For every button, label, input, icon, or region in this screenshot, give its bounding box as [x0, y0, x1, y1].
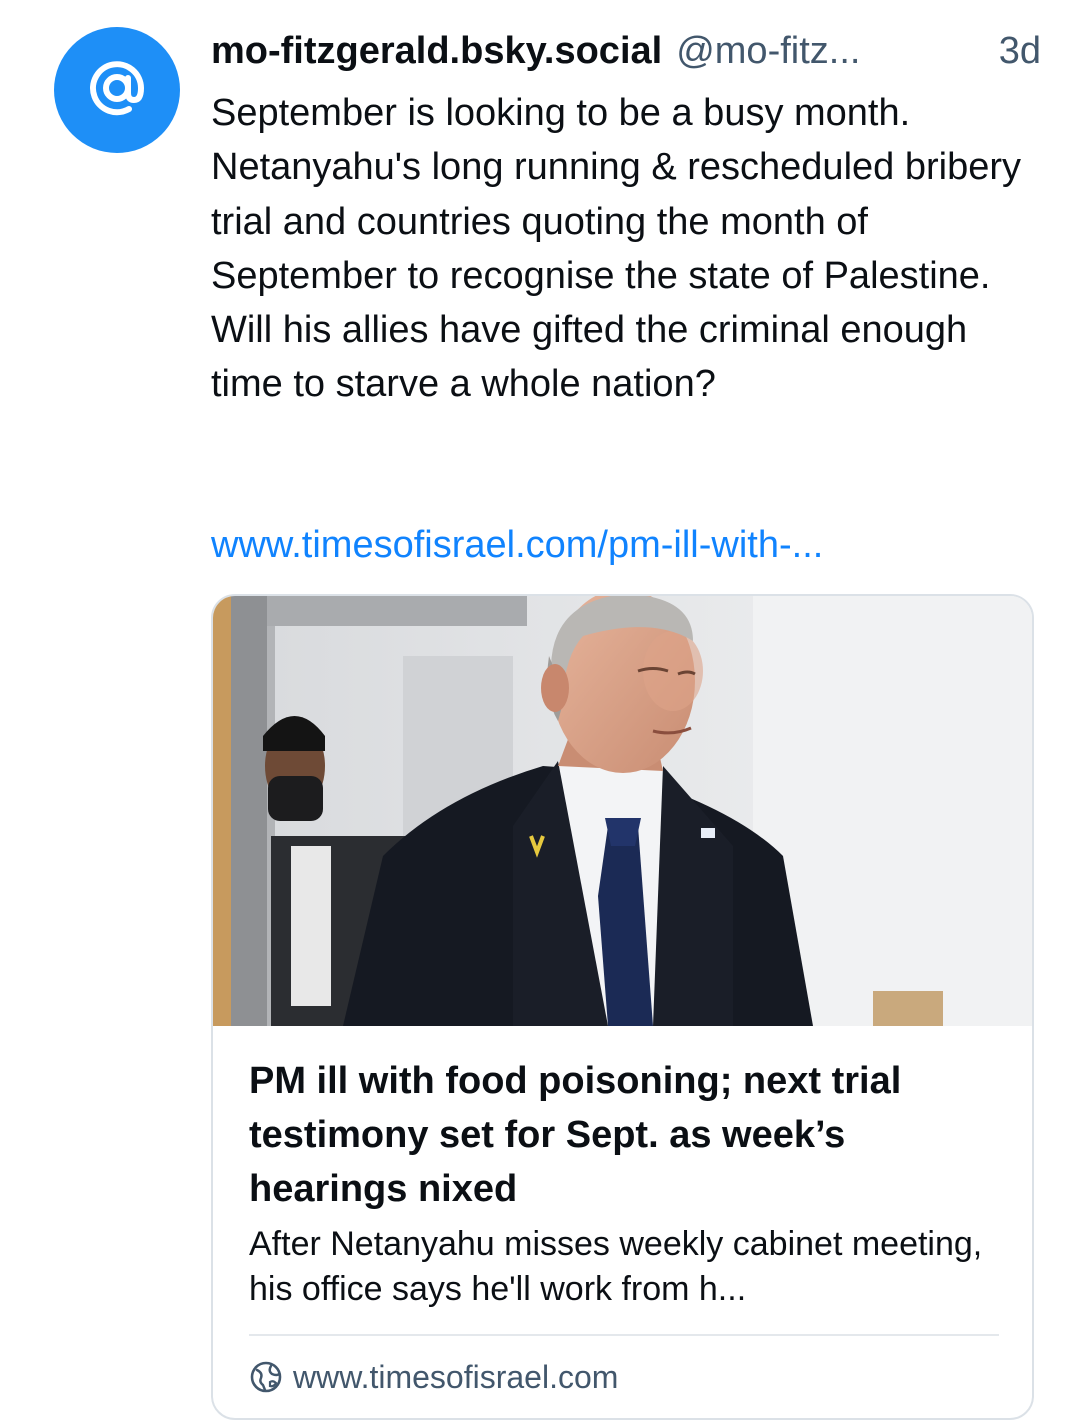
avatar[interactable] [54, 27, 180, 153]
post-link[interactable]: www.timesofisrael.com/pm-ill-with-... [211, 518, 823, 572]
globe-icon [249, 1360, 283, 1394]
card-title[interactable]: PM ill with food poisoning; next trial t… [249, 1054, 1009, 1216]
post[interactable]: mo-fitzgerald.bsky.social @mo-fitz... 3d… [0, 0, 1068, 1425]
card-divider [249, 1334, 999, 1336]
card-domain: www.timesofisrael.com [249, 1354, 618, 1400]
post-text: September is looking to be a busy month.… [211, 92, 1021, 406]
at-sign-icon [85, 56, 149, 125]
card-description: After Netanyahu misses weekly cabinet me… [249, 1225, 983, 1308]
card-image [213, 596, 1032, 1026]
post-header: mo-fitzgerald.bsky.social @mo-fitz... 3d [211, 28, 1041, 76]
handle[interactable]: @mo-fitz... [676, 28, 860, 74]
card-domain-text: www.timesofisrael.com [293, 1358, 619, 1395]
link-preview-card[interactable]: PM ill with food poisoning; next trial t… [211, 594, 1034, 1420]
display-name[interactable]: mo-fitzgerald.bsky.social [211, 28, 662, 74]
timestamp[interactable]: 3d [999, 28, 1041, 74]
